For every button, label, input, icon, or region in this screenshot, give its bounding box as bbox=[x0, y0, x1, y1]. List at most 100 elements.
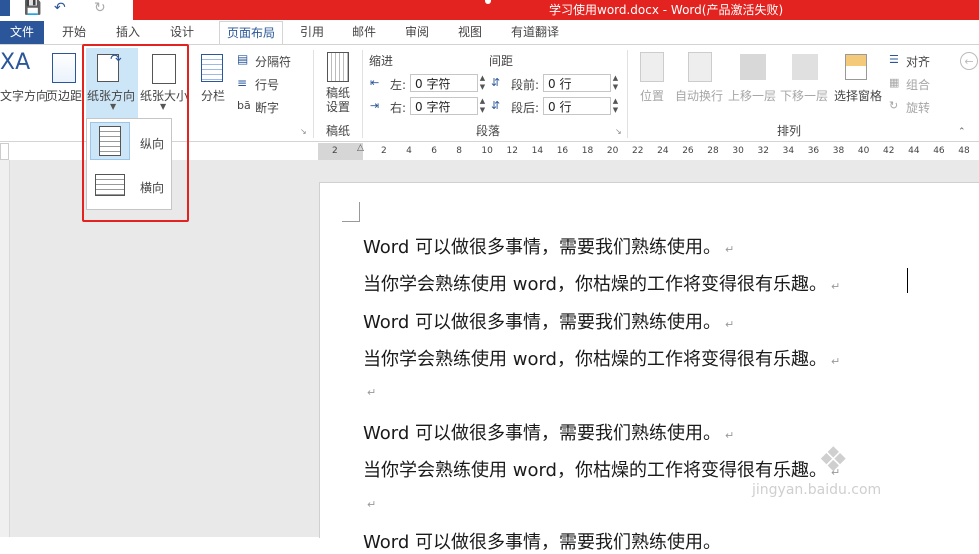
line-numbers-button[interactable]: 行号 bbox=[255, 76, 279, 93]
send-backward-icon bbox=[792, 54, 818, 80]
tab-file[interactable]: 文件 bbox=[0, 21, 44, 44]
indent-right-stepper[interactable]: ▲ ▼ bbox=[478, 97, 487, 115]
back-icon[interactable]: ← bbox=[960, 52, 978, 70]
indent-left-label: 左: bbox=[390, 78, 407, 92]
arrange-group-label: 排列 bbox=[777, 124, 802, 138]
tab-references[interactable]: 引用 bbox=[290, 21, 334, 44]
tab-insert[interactable]: 插入 bbox=[106, 21, 150, 44]
wrap-text-button[interactable]: 自动换行 bbox=[675, 87, 723, 104]
text-direction-icon: ⅩA bbox=[0, 50, 31, 75]
document-line: Word 可以做很多事情，需要我们熟练使用。 ↵ bbox=[363, 312, 735, 333]
indent-left-stepper[interactable]: ▲ ▼ bbox=[478, 74, 487, 92]
tab-mailings[interactable]: 邮件 bbox=[342, 21, 386, 44]
text-direction-button[interactable]: 文字方向 bbox=[0, 87, 48, 104]
paragraph-launcher-icon[interactable]: ↘ bbox=[615, 127, 622, 136]
watermark: ❖ jingyan.baidu.com bbox=[752, 438, 942, 518]
ruler-tick-label: 30 bbox=[732, 146, 744, 156]
collapse-ribbon-icon[interactable]: ⌃ bbox=[958, 127, 966, 137]
space-before-icon: ⇵ bbox=[491, 76, 501, 89]
tab-youdao[interactable]: 有道翻译 bbox=[505, 21, 565, 44]
watermark-text: jingyan.baidu.com bbox=[752, 482, 882, 498]
rotate-button[interactable]: 旋转 bbox=[906, 99, 930, 116]
tab-review[interactable]: 审阅 bbox=[395, 21, 439, 44]
bring-forward-icon bbox=[740, 54, 766, 80]
ruler-tick-label: 2 bbox=[332, 146, 338, 156]
position-icon bbox=[640, 52, 664, 82]
ruler-tick-label: 48 bbox=[958, 146, 970, 156]
ruler-tick-label: 14 bbox=[531, 146, 544, 156]
group-icon: ▦ bbox=[889, 76, 900, 89]
draft-paper-button[interactable]: 稿纸设置 bbox=[326, 86, 354, 114]
wrap-text-icon bbox=[688, 52, 712, 82]
save-icon[interactable]: 💾 bbox=[24, 0, 41, 16]
ruler-tick-label: 8 bbox=[456, 146, 463, 156]
columns-icon bbox=[201, 54, 223, 82]
ruler-tick-label: 38 bbox=[832, 146, 845, 156]
word-logo-icon bbox=[0, 0, 10, 16]
document-line: Word 可以做很多事情，需要我们熟练使用。 ↵ bbox=[363, 423, 735, 444]
tab-home[interactable]: 开始 bbox=[52, 21, 96, 44]
draft-paper-icon bbox=[327, 52, 349, 82]
watermark-logo-icon: ❖ bbox=[818, 440, 849, 480]
spacing-label: 间距 bbox=[489, 54, 514, 68]
send-backward-button[interactable]: 下移一层 bbox=[780, 87, 828, 104]
ruler-tick-label: 18 bbox=[581, 146, 594, 156]
bring-forward-button[interactable]: 上移一层 bbox=[728, 87, 776, 104]
columns-button[interactable]: 分栏 bbox=[201, 87, 225, 104]
tab-design[interactable]: 设计 bbox=[160, 21, 204, 44]
ruler-tick-label: 34 bbox=[782, 146, 795, 156]
space-before-field[interactable]: 0 行 bbox=[543, 74, 611, 92]
ruler-numbers: 2 2 4 6 8 10 12 14 16 18 20 22 24 26 28 30 32 34 36 38 40 42 4… bbox=[318, 146, 979, 158]
indent-left-icon: ⇤ bbox=[370, 76, 380, 89]
document-line: Word 可以做很多事情，需要我们熟练使用。 ↵ bbox=[363, 237, 735, 258]
tab-page-layout[interactable]: 页面布局 bbox=[219, 21, 283, 44]
ruler-tick-label: 20 bbox=[606, 146, 619, 156]
group-button[interactable]: 组合 bbox=[906, 76, 930, 93]
selection-pane-button[interactable]: 选择窗格 bbox=[834, 87, 882, 104]
breaks-icon: ▤ bbox=[237, 52, 249, 66]
paragraph-group-label: 段落 bbox=[476, 124, 501, 138]
space-after-label: 段后: bbox=[511, 101, 540, 115]
ruler-tick-label: 6 bbox=[431, 146, 437, 156]
ruler-tick-label: 44 bbox=[908, 146, 920, 156]
document-line: 当你学会熟练使用 word，你枯燥的工作将变得很有乐趣。 ↵ bbox=[363, 274, 841, 295]
space-after-icon: ⇵ bbox=[491, 99, 501, 112]
text-cursor bbox=[907, 268, 908, 293]
ruler-tick-label: 28 bbox=[707, 146, 719, 156]
margins-icon bbox=[52, 53, 76, 83]
document-line: Word 可以做很多事情，需要我们熟练使用。 bbox=[363, 532, 721, 553]
separator bbox=[362, 50, 363, 138]
annotation-highlight-box bbox=[82, 44, 189, 222]
separator bbox=[313, 50, 314, 138]
document-line: ↵ bbox=[367, 498, 377, 511]
space-after-field[interactable]: 0 行 bbox=[543, 97, 611, 115]
indent-label: 缩进 bbox=[369, 54, 394, 68]
indent-left-field[interactable]: 0 字符 bbox=[410, 74, 478, 92]
ruler-tick-label: 32 bbox=[757, 146, 769, 156]
space-after-stepper[interactable]: ▲ ▼ bbox=[611, 97, 620, 115]
page-setup-launcher-icon[interactable]: ↘ bbox=[300, 127, 307, 136]
hyphenation-button[interactable]: 断字 bbox=[255, 99, 279, 116]
ruler-tick-label: 22 bbox=[632, 146, 644, 156]
document-line: 当你学会熟练使用 word，你枯燥的工作将变得很有乐趣。 ↵ bbox=[363, 349, 841, 370]
ruler-tick-label: 2 bbox=[381, 146, 387, 156]
indent-right-field[interactable]: 0 字符 bbox=[410, 97, 478, 115]
undo-icon[interactable]: ↶ bbox=[54, 0, 66, 16]
breaks-button[interactable]: 分隔符 bbox=[255, 53, 291, 70]
position-button[interactable]: 位置 bbox=[640, 87, 664, 104]
tab-selector[interactable] bbox=[0, 143, 9, 160]
ruler-tick-label: 36 bbox=[807, 146, 820, 156]
margins-button[interactable]: 页边距 bbox=[46, 87, 82, 104]
align-button[interactable]: 对齐 bbox=[906, 53, 930, 70]
ruler-tick-label: 24 bbox=[657, 146, 669, 156]
margin-corner-mark bbox=[342, 202, 360, 222]
indent-right-icon: ⇥ bbox=[370, 99, 380, 112]
window-title: 学习使用word.docx - Word(产品激活失败) bbox=[549, 3, 784, 17]
selection-pane-icon bbox=[845, 54, 867, 80]
space-before-stepper[interactable]: ▲ ▼ bbox=[611, 74, 620, 92]
tab-view[interactable]: 视图 bbox=[448, 21, 492, 44]
ruler-tick-label: 16 bbox=[556, 146, 569, 156]
paper-group-label: 稿纸 bbox=[326, 124, 351, 138]
ruler-tick-label: 12 bbox=[506, 146, 518, 156]
redo-icon[interactable]: ↻ bbox=[94, 0, 106, 16]
